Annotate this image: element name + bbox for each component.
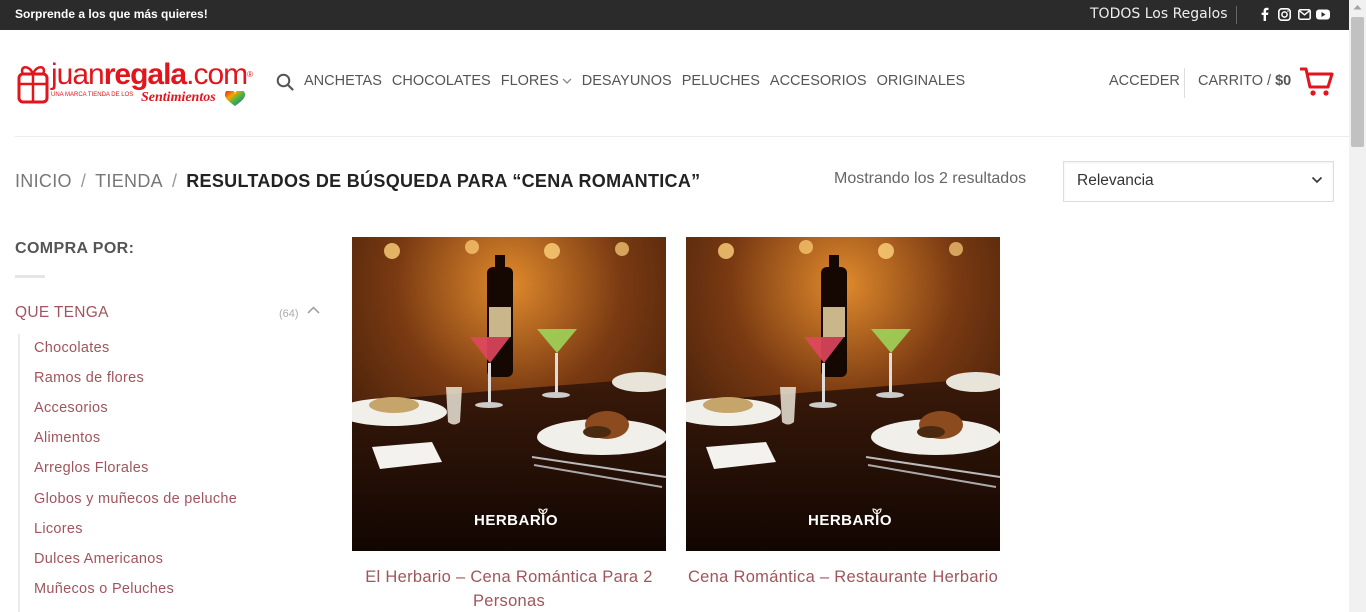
sidebar-divider xyxy=(15,275,45,278)
topbar-divider xyxy=(1236,6,1237,24)
breadcrumb: INICIO / TIENDA / RESULTADOS DE BÚSQUEDA PAR… xyxy=(15,171,701,191)
sidebar-list-rule xyxy=(18,334,20,612)
nav-accesorios[interactable]: ACCESORIOS xyxy=(770,73,867,89)
instagram-icon[interactable] xyxy=(1277,7,1291,21)
site-header: juanregala.com® UNA MARCA TIENDA DE LOS … xyxy=(0,30,1366,137)
header-rule xyxy=(15,136,1350,137)
chevron-up-icon[interactable] xyxy=(307,306,320,314)
site-logo[interactable]: juanregala.com® UNA MARCA TIENDA DE LOS … xyxy=(17,58,253,110)
product-title[interactable]: El Herbario – Cena Romántica Para 2 Pers… xyxy=(352,565,666,612)
all-gifts-link[interactable]: TODOS Los Regalos xyxy=(1090,6,1228,22)
nav-originales[interactable]: ORIGINALES xyxy=(877,73,966,89)
logo-tagline: UNA MARCA TIENDA DE LOS xyxy=(51,92,134,98)
gift-logo-icon xyxy=(17,66,49,104)
breadcrumb-current: RESULTADOS DE BÚSQUEDA PARA “CENA ROMANT… xyxy=(186,171,701,191)
nav-desayunos[interactable]: DESAYUNOS xyxy=(582,73,672,89)
youtube-icon[interactable] xyxy=(1316,7,1330,21)
nav-flores[interactable]: FLORES xyxy=(501,73,572,89)
page-scrollbar[interactable] xyxy=(1349,0,1366,612)
scrollbar-thumb[interactable] xyxy=(1351,17,1364,147)
mail-icon[interactable] xyxy=(1297,7,1311,21)
sidebar-title: COMPRA POR: xyxy=(15,240,135,257)
sort-select[interactable]: Relevancia xyxy=(1063,161,1334,202)
facebook-icon[interactable] xyxy=(1258,7,1272,21)
chevron-down-icon xyxy=(562,78,572,84)
sort-selected: Relevancia xyxy=(1077,172,1154,189)
chevron-down-icon xyxy=(1311,176,1323,184)
dinner-photo xyxy=(352,237,666,551)
product-card[interactable]: HERBARIO El Herbario – Cena Romántica Pa… xyxy=(352,237,666,612)
promo-text: Sorprende a los que más quieres! xyxy=(15,7,208,21)
cart-label: CARRITO xyxy=(1198,73,1263,89)
sidebar-item-arreglos-florales[interactable]: Arreglos Florales xyxy=(34,460,149,476)
cart-amount: $0 xyxy=(1275,73,1292,89)
rainbow-heart-icon xyxy=(225,91,245,106)
sidebar-item-accesorios[interactable]: Accesorios xyxy=(34,400,108,416)
sidebar-item-munecos[interactable]: Muñecos o Peluches xyxy=(34,581,174,597)
product-image[interactable]: HERBARIO xyxy=(686,237,1000,551)
sidebar-item-globos[interactable]: Globos y muñecos de peluche xyxy=(34,491,237,507)
cart-icon[interactable] xyxy=(1300,66,1334,98)
search-icon[interactable] xyxy=(276,73,294,91)
nav-anchetas[interactable]: ANCHETAS xyxy=(304,73,382,89)
dinner-photo xyxy=(686,237,1000,551)
cart-link[interactable]: CARRITO / $0 xyxy=(1198,73,1291,89)
logo-wordmark: juanregala.com® xyxy=(51,58,253,91)
breadcrumb-shop[interactable]: TIENDA xyxy=(95,171,163,191)
login-link[interactable]: ACCEDER xyxy=(1109,73,1180,89)
sidebar-category[interactable]: QUE TENGA xyxy=(15,304,109,322)
sidebar-item-dulces-americanos[interactable]: Dulces Americanos xyxy=(34,551,163,567)
header-divider xyxy=(1184,68,1185,98)
breadcrumb-home[interactable]: INICIO xyxy=(15,171,72,191)
leaf-icon xyxy=(872,508,882,519)
sidebar-category-count: (64) xyxy=(279,308,299,320)
product-title[interactable]: Cena Romántica – Restaurante Herbario xyxy=(686,565,1000,589)
logo-script: Sentimientos xyxy=(141,90,216,105)
sidebar-item-ramos-de-flores[interactable]: Ramos de flores xyxy=(34,370,144,386)
product-card[interactable]: HERBARIO Cena Romántica – Restaurante He… xyxy=(686,237,1000,589)
scroll-up-arrow-icon[interactable] xyxy=(1353,4,1362,10)
sidebar-item-alimentos[interactable]: Alimentos xyxy=(34,430,100,446)
top-bar: Sorprende a los que más quieres! TODOS L… xyxy=(0,0,1366,30)
product-image[interactable]: HERBARIO xyxy=(352,237,666,551)
results-count: Mostrando los 2 resultados xyxy=(834,170,1027,187)
leaf-icon xyxy=(538,508,548,519)
nav-peluches[interactable]: PELUCHES xyxy=(682,73,760,89)
nav-flores-label: FLORES xyxy=(500,73,559,89)
main-nav: ANCHETAS CHOCOLATES FLORES DESAYUNOS PEL… xyxy=(304,73,975,89)
nav-chocolates[interactable]: CHOCOLATES xyxy=(392,73,491,89)
sidebar-item-licores[interactable]: Licores xyxy=(34,521,83,537)
sidebar-item-chocolates[interactable]: Chocolates xyxy=(34,340,110,356)
